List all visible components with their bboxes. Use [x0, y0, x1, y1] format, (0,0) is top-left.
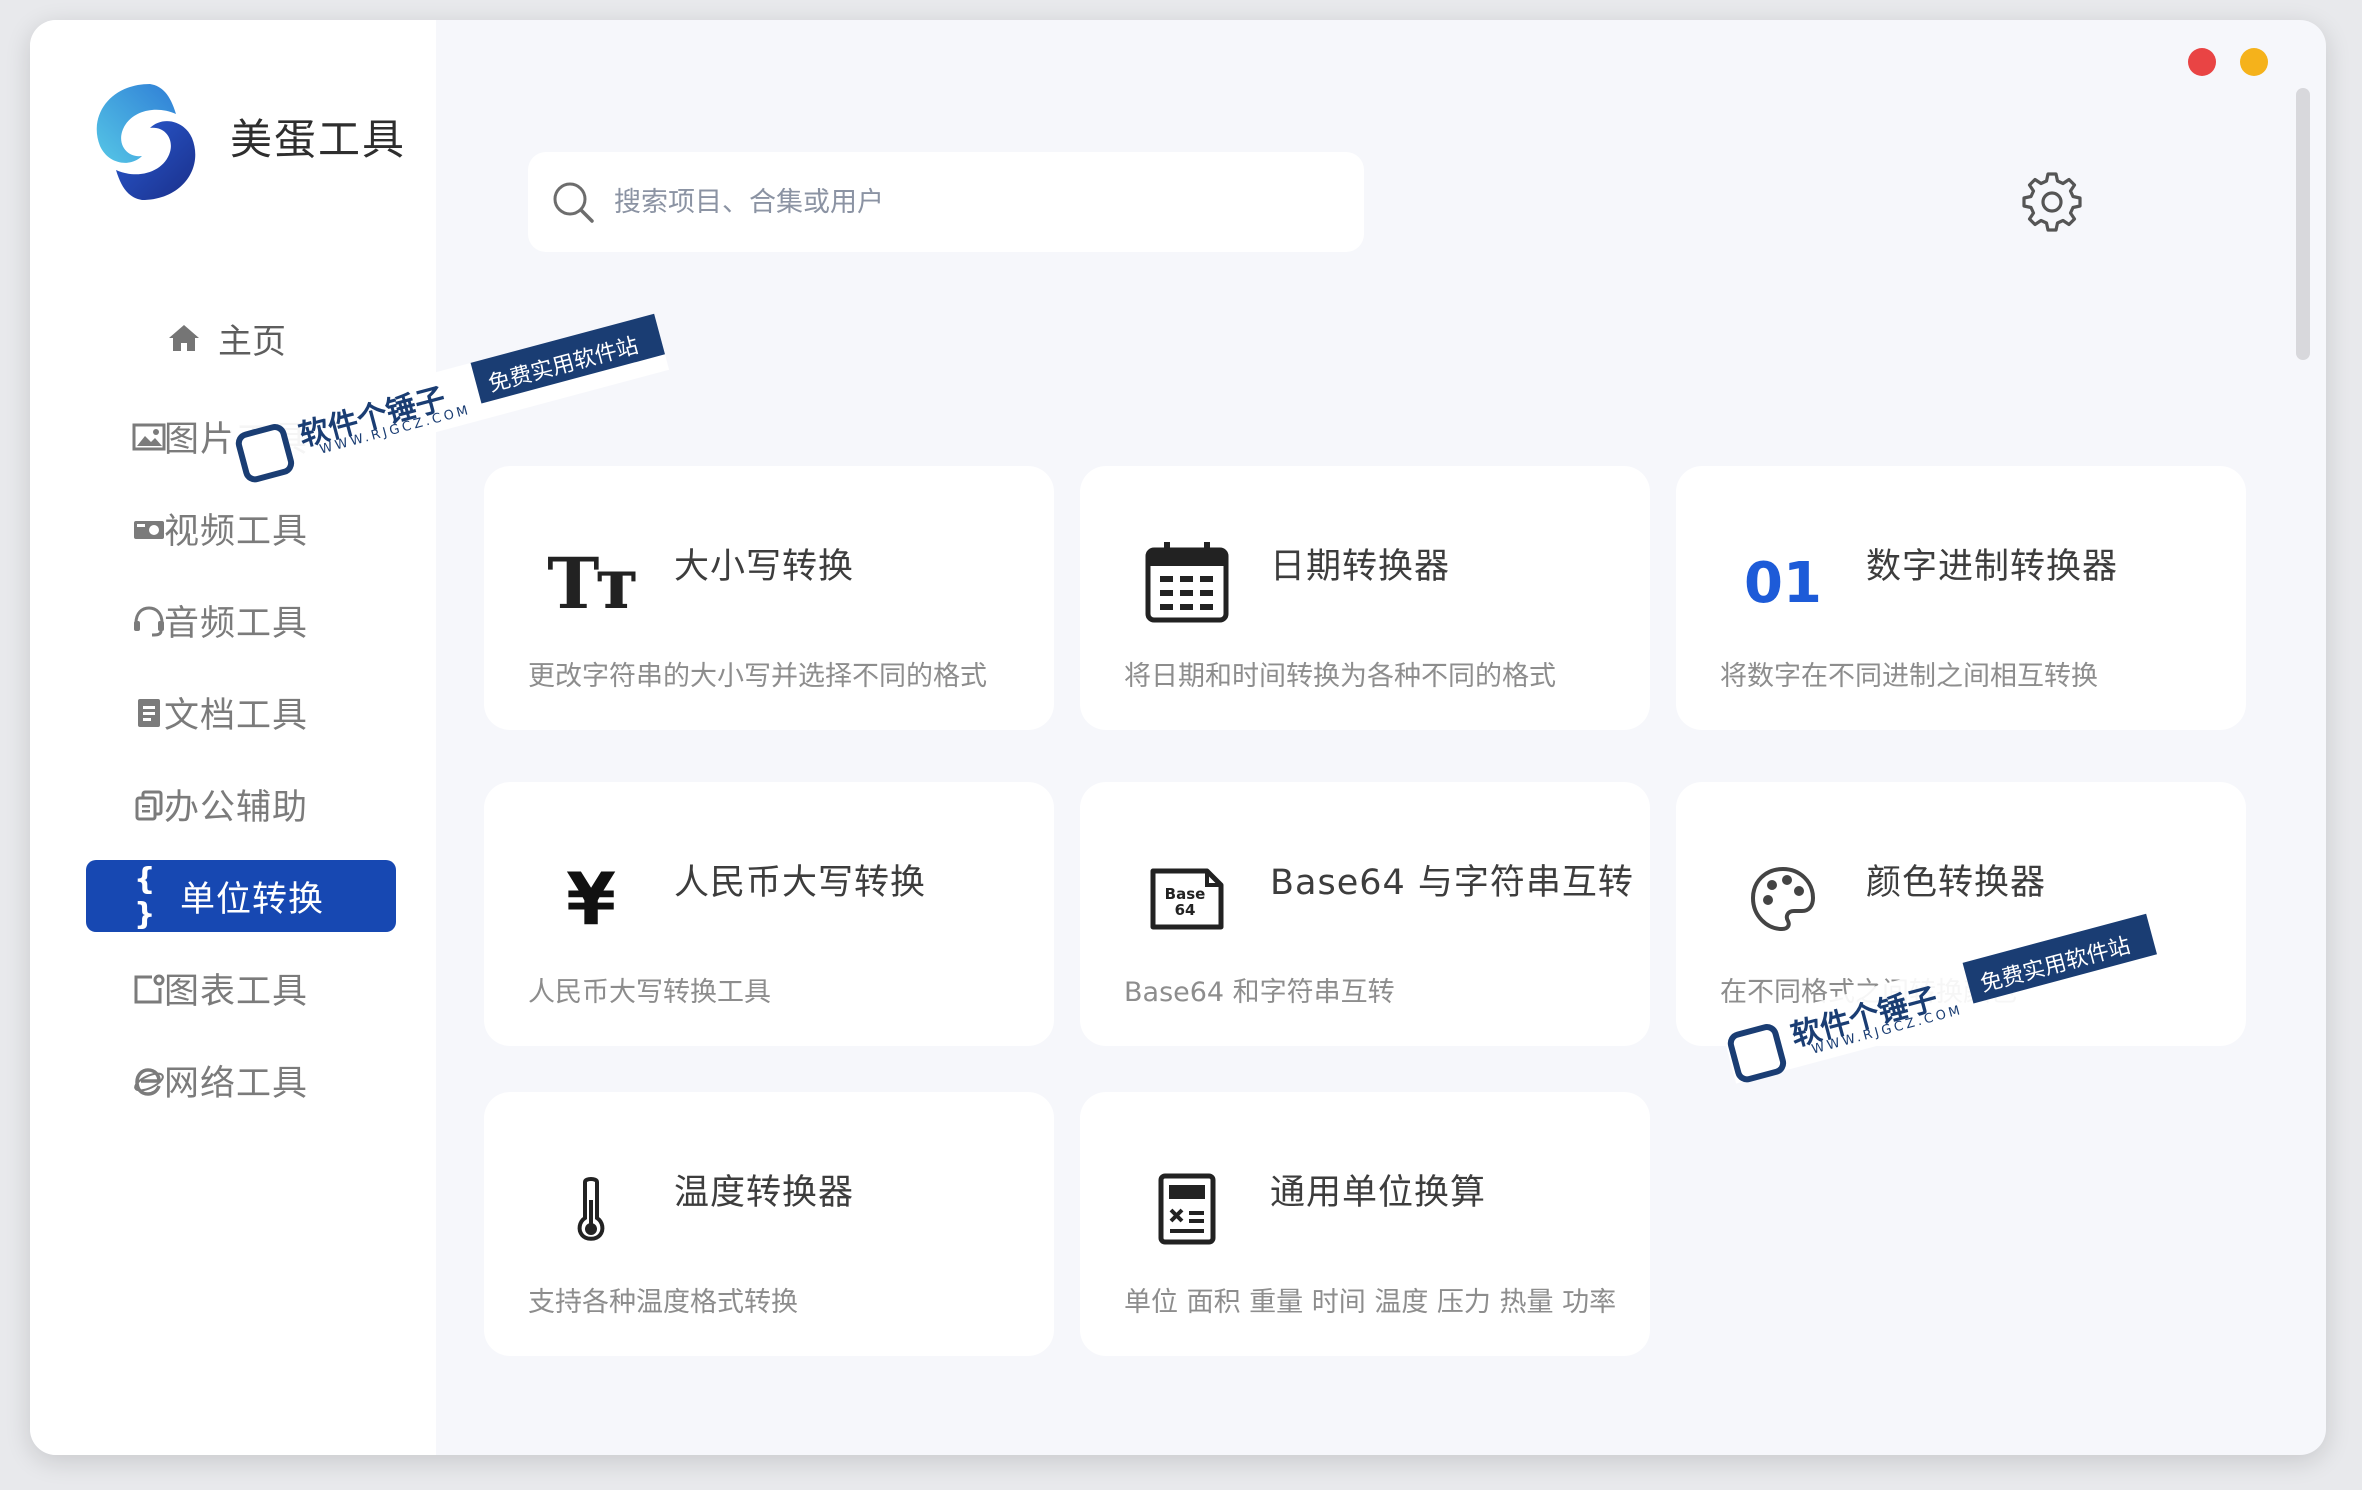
- card-title: 通用单位换算: [1270, 1173, 1487, 1213]
- sidebar-item-image-tools[interactable]: 图片工具: [86, 400, 396, 472]
- svg-text:64: 64: [1175, 901, 1196, 919]
- scrollbar[interactable]: [2296, 88, 2310, 360]
- thermometer-icon: [546, 1164, 636, 1254]
- close-dot[interactable]: [2188, 48, 2216, 76]
- search-icon: [553, 182, 594, 223]
- card-title: 数字进制转换器: [1866, 547, 2119, 587]
- card-description: 单位 面积 重量 时间 温度 压力 热量 功率: [1124, 1287, 1617, 1318]
- binary-icon: 01: [1744, 550, 1822, 616]
- copy-icon: [132, 790, 166, 821]
- card-title: 人民币大写转换: [674, 863, 927, 903]
- sidebar-item-label: 图表工具: [164, 971, 309, 1012]
- sidebar: 美蛋工具 主页 图片工具 视频工具 音频工具 文档工具 办公辅助 {} 单位转…: [30, 20, 436, 1455]
- tool-card-case-converter[interactable]: Tт 大小写转换 更改字符串的大小写并选择不同的格式: [484, 466, 1054, 730]
- palette-icon: [1738, 854, 1828, 944]
- sidebar-item-audio-tools[interactable]: 音频工具: [86, 584, 396, 656]
- settings-gear-icon[interactable]: [2020, 170, 2084, 234]
- card-description: Base64 和字符串互转: [1124, 977, 1395, 1008]
- app-name: 美蛋工具: [230, 115, 407, 164]
- calculator-icon: [1142, 1164, 1232, 1254]
- home-icon: [169, 325, 199, 351]
- app-logo: [96, 84, 196, 200]
- sidebar-item-document-tools[interactable]: 文档工具: [86, 676, 396, 748]
- tool-card-rmb-uppercase[interactable]: ¥ 人民币大写转换 人民币大写转换工具: [484, 782, 1054, 1046]
- sidebar-item-unit-conversion[interactable]: { } 单位转换: [86, 860, 396, 932]
- image-icon: [132, 422, 166, 452]
- card-title: Base64 与字符串互转: [1270, 863, 1634, 903]
- tool-card-number-base-converter[interactable]: 01 数字进制转换器 将数字在不同进制之间相互转换: [1676, 466, 2246, 730]
- headset-icon: [132, 606, 166, 637]
- app-window: 美蛋工具 主页 图片工具 视频工具 音频工具 文档工具 办公辅助 {} 单位转…: [30, 20, 2326, 1455]
- home-link[interactable]: 主页: [166, 308, 286, 368]
- card-title: 颜色转换器: [1866, 863, 2047, 903]
- sidebar-item-label: 音频工具: [164, 603, 309, 644]
- search-input[interactable]: [612, 185, 1316, 219]
- tool-card-temperature-converter[interactable]: 温度转换器 支持各种温度格式转换: [484, 1092, 1054, 1356]
- sidebar-item-network-tools[interactable]: 网络工具: [86, 1044, 396, 1116]
- document-icon: [132, 698, 166, 728]
- chart-icon: [132, 974, 166, 1004]
- card-title: 温度转换器: [674, 1173, 855, 1213]
- text-case-icon: Tт: [547, 541, 638, 625]
- tool-card-date-converter[interactable]: 日期转换器 将日期和时间转换为各种不同的格式: [1080, 466, 1650, 730]
- sidebar-item-label: 图片工具: [164, 419, 309, 460]
- yen-icon: ¥: [565, 857, 617, 941]
- card-description: 支持各种温度格式转换: [528, 1287, 798, 1318]
- card-title: 日期转换器: [1270, 547, 1451, 587]
- sidebar-item-label: 网络工具: [164, 1063, 309, 1104]
- sidebar-item-label: 办公辅助: [164, 787, 309, 828]
- video-icon: [132, 514, 166, 544]
- tool-card-unit-converter[interactable]: 通用单位换算 单位 面积 重量 时间 温度 压力 热量 功率: [1080, 1092, 1650, 1356]
- home-label: 主页: [218, 321, 286, 362]
- sidebar-item-label: 文档工具: [164, 695, 309, 736]
- card-description: 人民币大写转换工具: [528, 977, 771, 1008]
- search-bar[interactable]: [528, 152, 1364, 252]
- sidebar-item-label: 单位转换: [180, 879, 325, 920]
- braces-icon: { }: [134, 862, 157, 932]
- sidebar-item-label: 视频工具: [164, 511, 309, 552]
- tool-card-base64[interactable]: Base 64 Base64 与字符串互转 Base64 和字符串互转: [1080, 782, 1650, 1046]
- sidebar-item-chart-tools[interactable]: 图表工具: [86, 952, 396, 1024]
- card-description: 更改字符串的大小写并选择不同的格式: [528, 661, 987, 692]
- watermark-slogan: 免费实用软件站: [485, 333, 642, 398]
- base64-file-icon: Base 64: [1142, 854, 1232, 944]
- card-title: 大小写转换: [674, 547, 855, 587]
- card-description: 将日期和时间转换为各种不同的格式: [1124, 661, 1556, 692]
- sidebar-item-video-tools[interactable]: 视频工具: [86, 492, 396, 564]
- card-description: 将数字在不同进制之间相互转换: [1720, 661, 2098, 692]
- sidebar-nav: 图片工具 视频工具 音频工具 文档工具 办公辅助 {} 单位转换 图表工具 网…: [86, 400, 396, 1136]
- sidebar-item-office-assistant[interactable]: 办公辅助: [86, 768, 396, 840]
- tool-card-color-converter[interactable]: 颜色转换器 在不同格式之间转换颜色: [1676, 782, 2246, 1046]
- browser-icon: [132, 1066, 166, 1096]
- calendar-icon: [1142, 538, 1232, 628]
- card-description: 在不同格式之间转换颜色: [1720, 977, 2017, 1008]
- minimize-dot[interactable]: [2240, 48, 2268, 76]
